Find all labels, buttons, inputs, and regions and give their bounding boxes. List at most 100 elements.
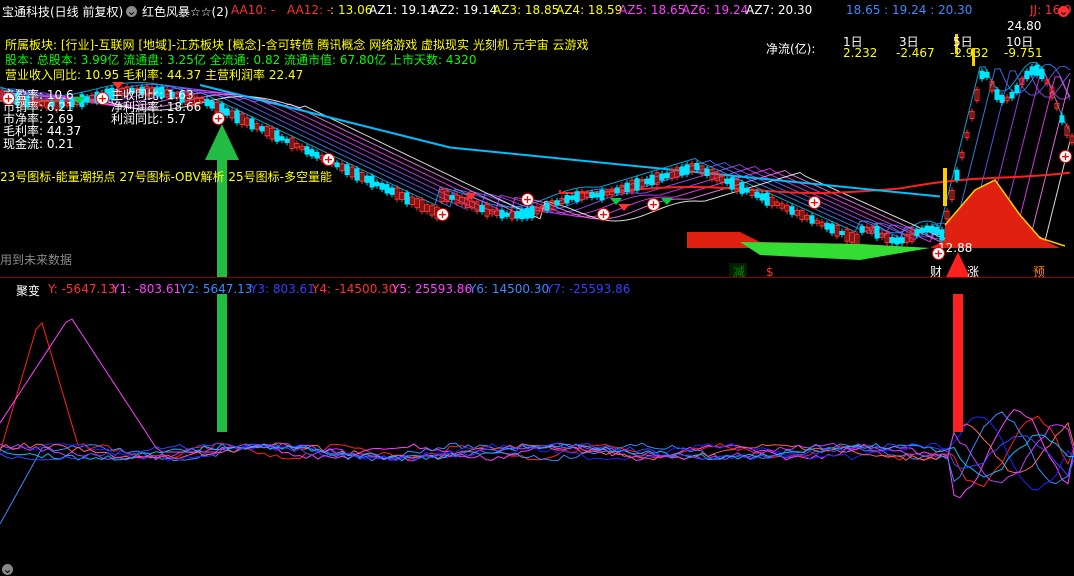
diamond-icon — [73, 97, 85, 104]
buy-signal-icon: + — [96, 92, 109, 105]
oscillator-line — [0, 424, 1074, 484]
candle-body — [664, 172, 670, 179]
candle-body — [724, 178, 730, 184]
signal-rise: 涨 — [967, 264, 979, 278]
candle-body — [84, 96, 90, 103]
candle-body — [899, 237, 905, 244]
buy-signal-icon: + — [597, 208, 610, 221]
indicator-header-bar: 宝通科技(日线 前复权) ⌄ 红色风暴☆☆(2) AA10: - AA12: -… — [0, 0, 1074, 20]
az1-value: AZ1: 19.14 — [369, 3, 436, 17]
buy-signal-icon: + — [322, 153, 335, 166]
aa12-value: AA12: - — [287, 3, 332, 17]
netflow-value-10: -9.751 — [1004, 46, 1043, 60]
candle-body — [984, 71, 990, 78]
az7-value: AZ7: 20.30 — [746, 3, 813, 17]
panel-separator — [0, 277, 1074, 278]
diamond-red-icon — [618, 204, 630, 211]
candle-body — [764, 192, 770, 206]
candle-body — [979, 70, 985, 80]
az-separator: : — [330, 3, 335, 17]
candle-body — [344, 164, 350, 176]
green-up-arrow — [205, 124, 239, 278]
candle-body — [524, 208, 530, 219]
candle-body — [994, 89, 1000, 100]
az2-value: AZ2: 19.14 — [431, 3, 498, 17]
candle-body — [889, 237, 895, 244]
green-arrow-shaft — [217, 294, 227, 432]
candle-body — [529, 206, 535, 219]
fusion-indicator-chart[interactable] — [0, 294, 1074, 546]
oscillator-line — [0, 318, 1074, 499]
buy-signal-icon: + — [521, 193, 534, 206]
icon-legend: 23号图标-能量潮拐点 27号图标-OBV解析 25号图标-多空量能 — [0, 170, 332, 184]
diamond-red-icon — [465, 193, 477, 200]
candle-body — [839, 230, 845, 236]
oscillator-lines — [0, 318, 1074, 525]
candle-body — [1059, 115, 1065, 123]
ratio-info: 营业收入同比: 10.95 毛利率: 44.37 主营利润率 22.47 — [5, 68, 304, 82]
az4-value: AZ4: 18.59 — [556, 3, 623, 17]
candle-body — [379, 183, 385, 190]
az0-value: 13.06 — [338, 3, 373, 17]
candle-body — [789, 206, 795, 215]
candle-body — [634, 178, 640, 191]
candle-body — [599, 189, 605, 201]
candle-body — [649, 174, 655, 186]
az5-value: AZ5: 18.65 — [619, 3, 686, 17]
candle-body — [284, 138, 290, 143]
candle-body — [384, 184, 390, 194]
netflow-value-3: -2.467 — [896, 46, 935, 60]
candle-body — [279, 136, 285, 141]
candle-body — [894, 237, 900, 245]
oscillator-line — [0, 411, 1074, 525]
candle-body — [924, 225, 930, 233]
candle-body — [874, 226, 880, 239]
candle-body — [1024, 70, 1030, 80]
candle-body — [204, 98, 210, 107]
future-data-note: 用到未来数据 — [0, 253, 73, 267]
buy-signal-icon: + — [932, 247, 945, 260]
aa10-value: AA10: - — [231, 3, 276, 17]
candle-body — [504, 212, 510, 217]
buy-signal-icon: + — [1059, 150, 1072, 163]
high-price-label: 24.80 — [1007, 20, 1041, 33]
candle-body — [659, 173, 665, 181]
candle-body — [589, 192, 595, 199]
buy-signal-icon: + — [647, 198, 660, 211]
candle-body — [824, 222, 830, 230]
buy-signal-icon: + — [808, 196, 821, 209]
candle-body — [1014, 84, 1020, 93]
az6-value: AZ6: 19.24 — [682, 3, 749, 17]
candle-body — [234, 110, 240, 124]
stock-title[interactable]: 宝通科技(日线 前复权) — [2, 3, 123, 20]
candle-body — [224, 108, 230, 116]
diamond-icon — [661, 198, 673, 205]
candle-body — [274, 130, 280, 142]
candle-body — [739, 182, 745, 194]
candle-body — [369, 175, 375, 188]
candle-body — [364, 175, 370, 183]
profit-yoy: 利润同比: 5.7 — [111, 112, 186, 126]
candle-body — [999, 94, 1005, 103]
candle-body — [929, 225, 935, 233]
candle-body — [449, 195, 455, 200]
volume-spike-bar — [943, 168, 947, 206]
candle-body — [574, 191, 580, 202]
candle-body — [954, 169, 960, 181]
netflow-value-5: -2.932 — [950, 46, 989, 60]
buy-signal-icon: + — [2, 92, 15, 105]
indicator-name[interactable]: 红色风暴☆☆(2) — [142, 3, 229, 20]
candle-body — [209, 101, 215, 109]
candle-body — [514, 211, 520, 219]
candle-body — [679, 166, 685, 176]
candle-body — [914, 229, 920, 237]
candle-body — [479, 204, 485, 213]
candle-body — [404, 192, 410, 205]
az3-value: AZ3: 18.85 — [493, 3, 560, 17]
candle-body — [859, 226, 865, 233]
netflow-value-1: 2.232 — [843, 46, 878, 60]
candle-body — [1039, 68, 1045, 80]
candle-body — [544, 203, 550, 211]
candle-body — [564, 194, 570, 204]
candle-body — [1034, 64, 1040, 76]
